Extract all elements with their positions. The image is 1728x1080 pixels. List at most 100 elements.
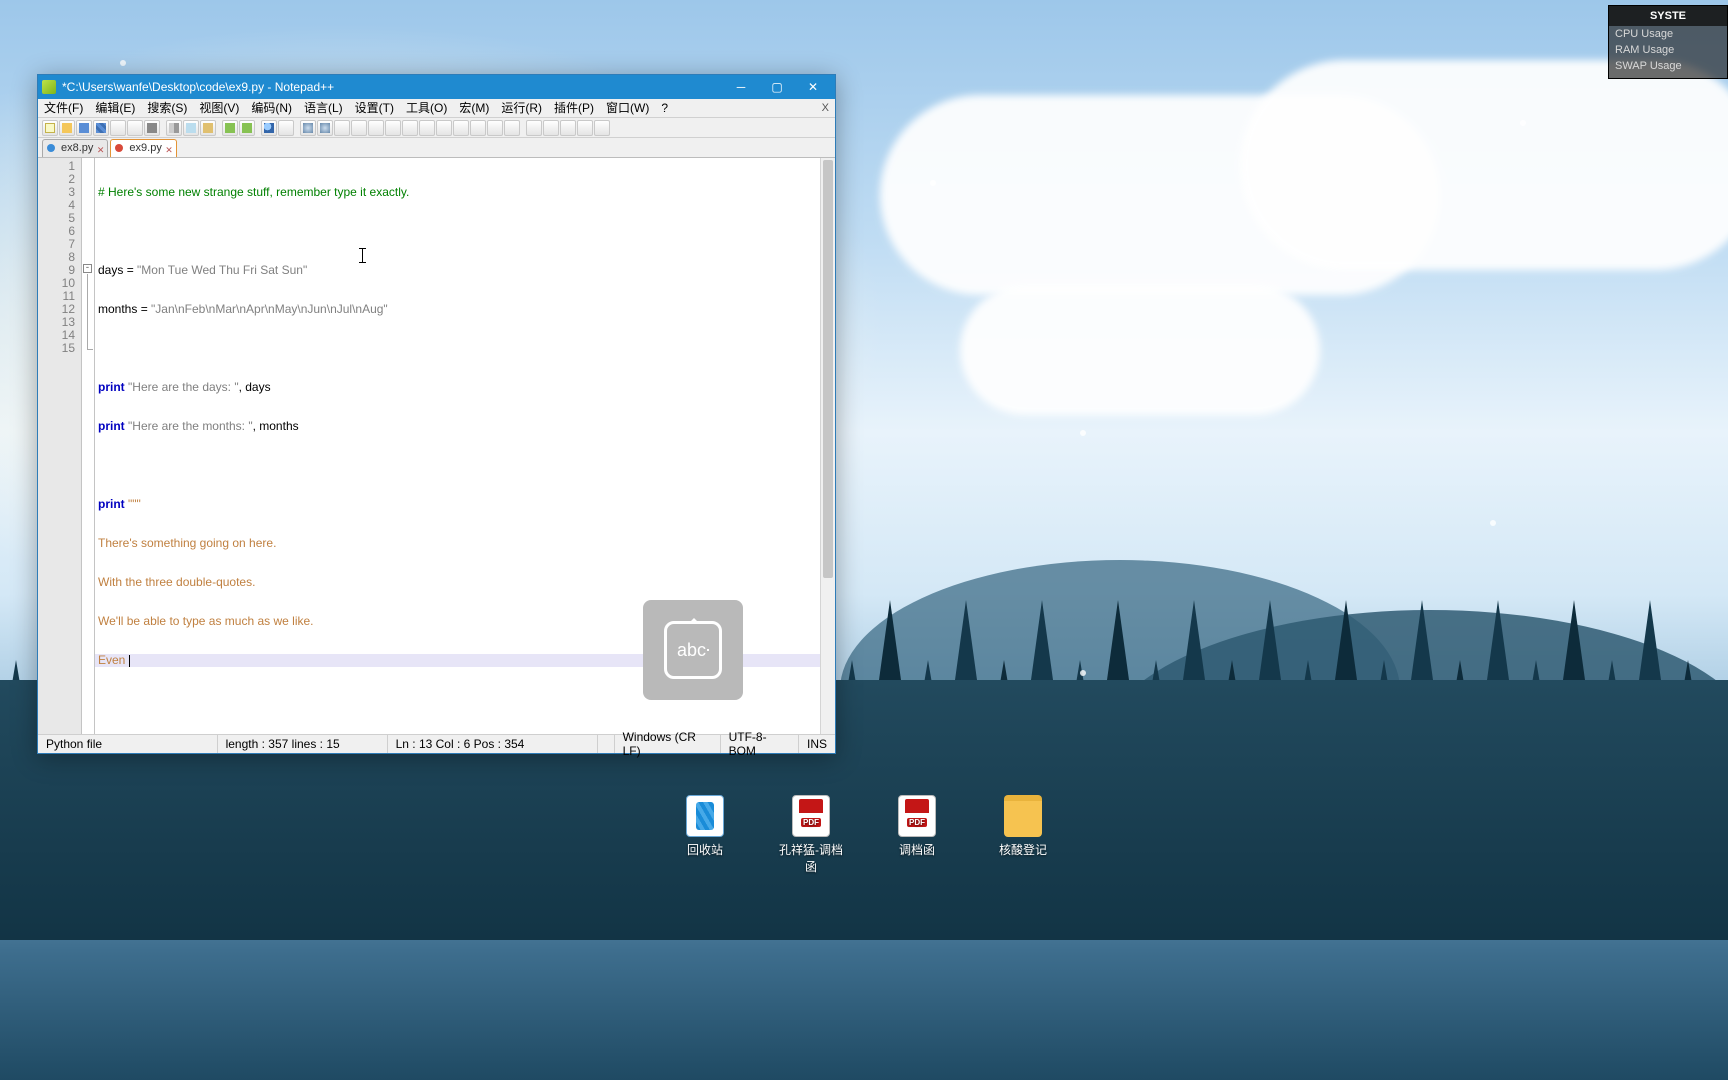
undo-icon[interactable] — [222, 120, 238, 136]
status-insert-mode: INS — [799, 735, 835, 753]
desktop-icon-pdf-1[interactable]: PDF 孔祥猛-调档函 — [775, 795, 847, 875]
open-icon[interactable] — [59, 120, 75, 136]
replace-icon[interactable] — [278, 120, 294, 136]
play-macro-icon[interactable] — [560, 120, 576, 136]
monitor-icon[interactable] — [504, 120, 520, 136]
tab-close-icon[interactable]: ✕ — [97, 142, 105, 159]
tab-label: ex8.py — [61, 142, 93, 154]
sysmon-ram: RAM Usage — [1609, 42, 1727, 58]
icon-label: 调档函 — [881, 841, 953, 858]
doc-map-icon[interactable] — [436, 120, 452, 136]
maximize-button[interactable]: ▢ — [759, 75, 795, 99]
line-number-gutter: 123456789101112131415 — [38, 158, 82, 734]
fold-guide — [87, 274, 88, 350]
close-file-icon[interactable] — [110, 120, 126, 136]
recycle-bin-icon — [686, 795, 724, 837]
status-filetype: Python file — [38, 735, 218, 753]
document-tabs[interactable]: ex8.py ✕ ex9.py ✕ — [38, 138, 835, 158]
desktop-icon-recycle-bin[interactable]: 回收站 — [669, 795, 741, 875]
pdf-icon: PDF — [898, 795, 936, 837]
menu-search[interactable]: 搜索(S) — [141, 99, 193, 118]
find-icon[interactable] — [261, 120, 277, 136]
panel-close-x[interactable]: X — [822, 99, 829, 118]
status-encoding: UTF-8-BOM — [721, 735, 799, 753]
fold-column[interactable]: - — [82, 158, 95, 734]
pdf-icon: PDF — [792, 795, 830, 837]
text-caret — [129, 655, 130, 667]
cut-icon[interactable] — [166, 120, 182, 136]
folder-ws-icon[interactable] — [487, 120, 503, 136]
menu-window[interactable]: 窗口(W) — [600, 99, 655, 118]
desktop-icon-folder[interactable]: 核酸登记 — [987, 795, 1059, 875]
menu-language[interactable]: 语言(L) — [298, 99, 349, 118]
save-macro-icon[interactable] — [594, 120, 610, 136]
status-length: length : 357 lines : 15 — [218, 735, 388, 753]
save-all-icon[interactable] — [93, 120, 109, 136]
folder-icon — [1004, 795, 1042, 837]
sysmon-title: SYSTE — [1609, 6, 1727, 26]
wrap-icon[interactable] — [368, 120, 384, 136]
copy-icon[interactable] — [183, 120, 199, 136]
menu-tools[interactable]: 工具(O) — [400, 99, 453, 118]
tab-close-icon[interactable]: ✕ — [165, 142, 173, 159]
sync-h-icon[interactable] — [351, 120, 367, 136]
menu-plugins[interactable]: 插件(P) — [548, 99, 600, 118]
new-icon[interactable] — [42, 120, 58, 136]
menu-macro[interactable]: 宏(M) — [453, 99, 495, 118]
print-icon[interactable] — [144, 120, 160, 136]
menu-edit[interactable]: 编辑(E) — [89, 99, 141, 118]
ime-indicator: abc — [643, 600, 743, 700]
status-eol: Windows (CR LF) — [615, 735, 721, 753]
lang-udl-icon[interactable] — [419, 120, 435, 136]
redo-icon[interactable] — [239, 120, 255, 136]
doc-list-icon[interactable] — [453, 120, 469, 136]
play-multi-icon[interactable] — [577, 120, 593, 136]
sysmon-swap: SWAP Usage — [1609, 58, 1727, 74]
close-all-icon[interactable] — [127, 120, 143, 136]
menu-encoding[interactable]: 编码(N) — [245, 99, 298, 118]
icon-label: 回收站 — [669, 841, 741, 858]
icon-label: 核酸登记 — [987, 841, 1059, 858]
vertical-scrollbar[interactable] — [820, 158, 835, 734]
cloud — [960, 285, 1320, 415]
unsaved-dot-icon — [115, 144, 123, 152]
desktop-icon-pdf-2[interactable]: PDF 调档函 — [881, 795, 953, 875]
menu-help[interactable]: ? — [655, 99, 674, 118]
minimize-button[interactable]: ─ — [723, 75, 759, 99]
tab-ex9[interactable]: ex9.py ✕ — [110, 139, 176, 157]
menu-file[interactable]: 文件(F) — [38, 99, 89, 118]
toolbar[interactable] — [38, 118, 835, 138]
system-monitor-overlay: SYSTE CPU Usage RAM Usage SWAP Usage — [1608, 5, 1728, 79]
menu-run[interactable]: 运行(R) — [495, 99, 548, 118]
fold-toggle-icon[interactable]: - — [83, 264, 92, 273]
zoom-in-icon[interactable] — [300, 120, 316, 136]
tab-label: ex9.py — [129, 142, 161, 154]
indent-guide-icon[interactable] — [402, 120, 418, 136]
menu-view[interactable]: 视图(V) — [193, 99, 245, 118]
menubar[interactable]: 文件(F) 编辑(E) 搜索(S) 视图(V) 编码(N) 语言(L) 设置(T… — [38, 99, 835, 118]
app-icon — [42, 80, 56, 94]
desktop[interactable]: SYSTE CPU Usage RAM Usage SWAP Usage *C:… — [0, 0, 1728, 1080]
close-button[interactable]: ✕ — [795, 75, 831, 99]
cloud — [1240, 60, 1728, 270]
window-title: *C:\Users\wanfe\Desktop\code\ex9.py - No… — [62, 80, 334, 94]
fold-end — [87, 349, 93, 350]
stop-macro-icon[interactable] — [543, 120, 559, 136]
sysmon-cpu: CPU Usage — [1609, 26, 1727, 42]
icon-label: 孔祥猛-调档函 — [775, 841, 847, 875]
ibeam-cursor-icon — [362, 248, 363, 263]
zoom-out-icon[interactable] — [317, 120, 333, 136]
save-icon[interactable] — [76, 120, 92, 136]
titlebar[interactable]: *C:\Users\wanfe\Desktop\code\ex9.py - No… — [38, 75, 835, 99]
paste-icon[interactable] — [200, 120, 216, 136]
menu-settings[interactable]: 设置(T) — [349, 99, 400, 118]
all-chars-icon[interactable] — [385, 120, 401, 136]
sync-v-icon[interactable] — [334, 120, 350, 136]
statusbar: Python file length : 357 lines : 15 Ln :… — [38, 734, 835, 753]
func-list-icon[interactable] — [470, 120, 486, 136]
scrollbar-thumb[interactable] — [823, 160, 833, 578]
tab-ex8[interactable]: ex8.py ✕ — [42, 139, 108, 157]
desktop-icons: 回收站 PDF 孔祥猛-调档函 PDF 调档函 核酸登记 — [0, 795, 1728, 875]
record-macro-icon[interactable] — [526, 120, 542, 136]
saved-dot-icon — [47, 144, 55, 152]
